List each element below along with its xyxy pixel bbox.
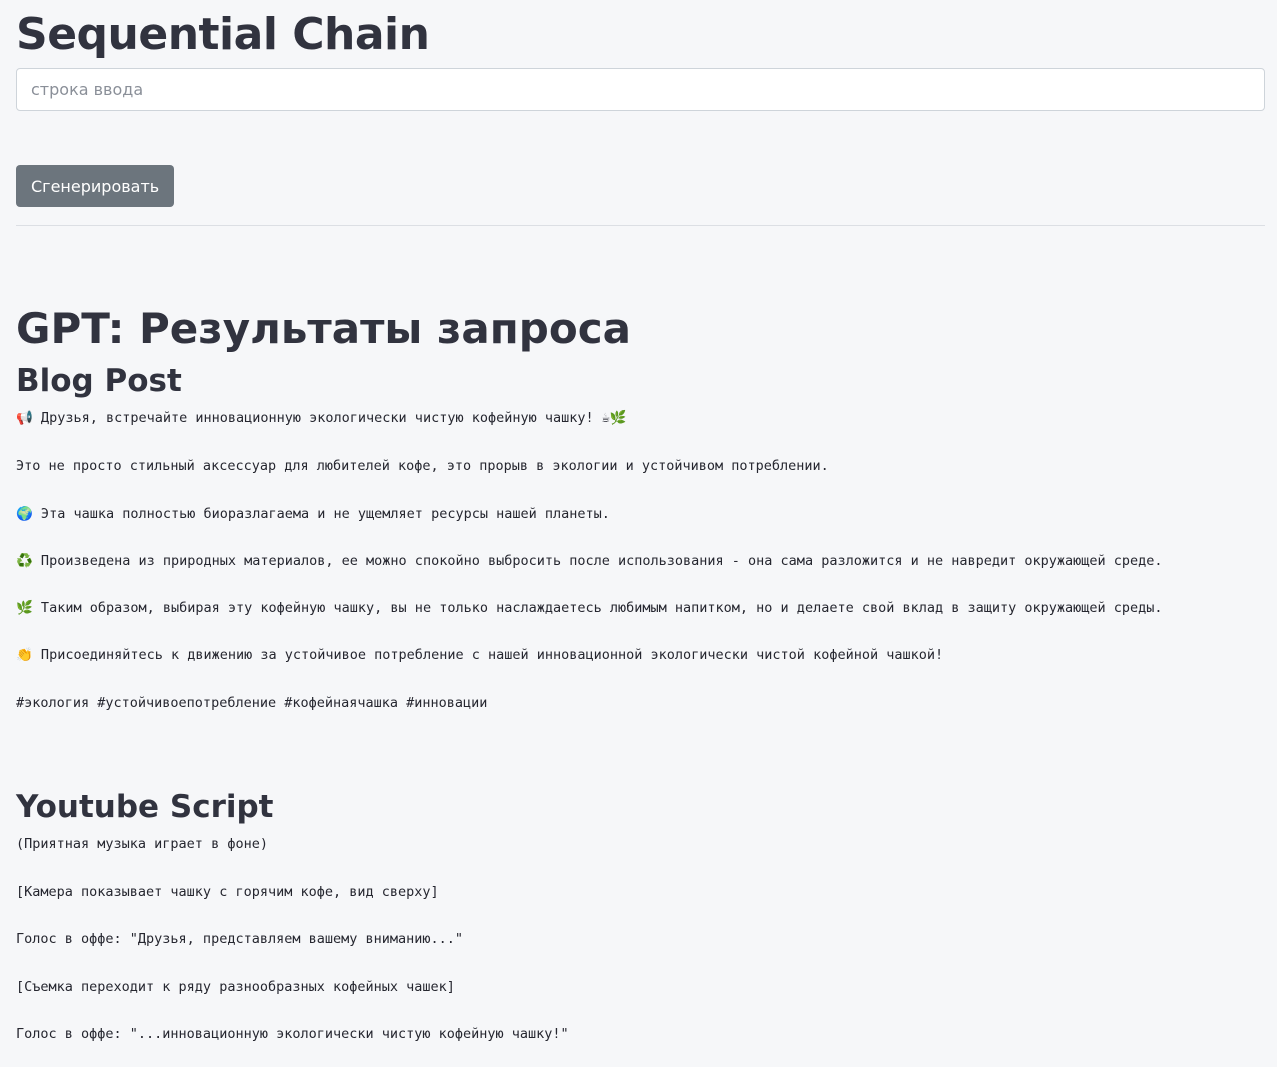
script-line: [Камера показывает чашку с горячим кофе,… — [16, 884, 439, 900]
youtube-script-title: Youtube Script — [16, 789, 274, 825]
generate-button[interactable]: Сгенерировать — [16, 165, 175, 207]
blog-post-title: Blog Post — [16, 363, 182, 399]
query-input[interactable] — [17, 69, 1264, 110]
script-line: [Съемка переходит к ряду разнообразных к… — [16, 979, 455, 995]
page-title: Sequential Chain — [16, 9, 430, 60]
blog-line: Это не просто стильный аксессуар для люб… — [16, 458, 829, 474]
blog-hashtags: #экология #устойчивоепотребление #кофейн… — [16, 695, 488, 711]
blog-line: 👏 Присоединяйтесь к движению за устойчив… — [16, 647, 944, 663]
divider — [16, 225, 1265, 226]
results-title: GPT: Результаты запроса — [16, 304, 631, 353]
blog-line: 📢 Друзья, встречайте инновационную эколо… — [16, 410, 627, 426]
script-line: Голос в оффе: "...инновационную экологич… — [16, 1026, 569, 1042]
blog-line: 🌍 Эта чашка полностью биоразлагаема и не… — [16, 506, 610, 522]
script-line: (Приятная музыка играет в фоне) — [16, 836, 268, 852]
blog-line: ♻️ Произведена из природных материалов, … — [16, 553, 1163, 569]
query-input-wrapper[interactable] — [16, 68, 1265, 111]
script-line: Голос в оффе: "Друзья, представляем ваше… — [16, 931, 464, 947]
blog-line: 🌿 Таким образом, выбирая эту кофейную ча… — [16, 600, 1163, 616]
